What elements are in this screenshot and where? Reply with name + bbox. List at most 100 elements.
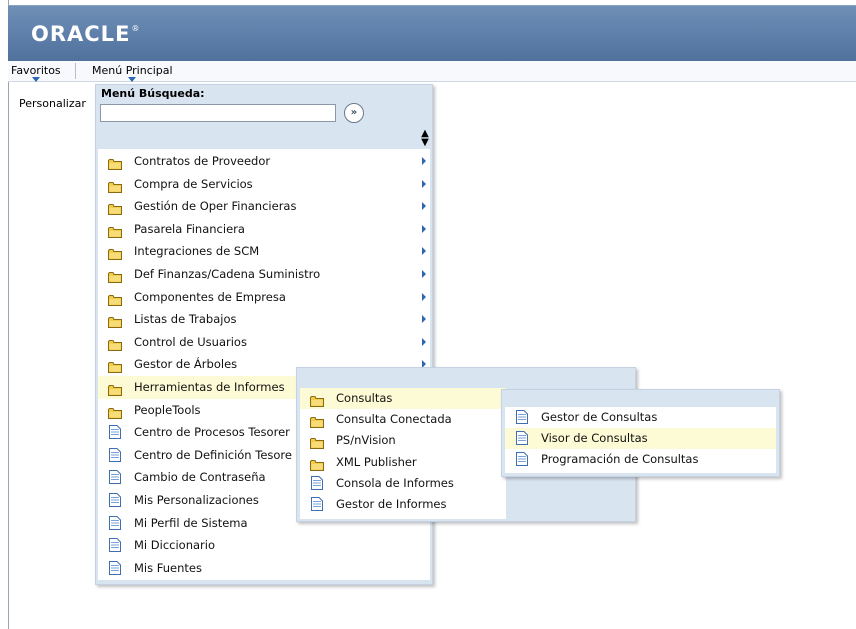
main-menu-item-label: Def Finanzas/Cadena Suministro <box>134 266 321 281</box>
consultas-submenu-item-label: Visor de Consultas <box>541 431 648 445</box>
search-go-icon[interactable]: » <box>344 103 364 123</box>
folder-icon <box>108 291 122 306</box>
favoritos-menu[interactable]: Favoritos <box>11 64 61 82</box>
sort-icon[interactable]: ▲ ▼ <box>421 129 429 148</box>
document-icon <box>516 410 530 424</box>
main-menu-item[interactable]: Gestión de Oper Financieras <box>98 195 430 218</box>
oracle-logo: ORACLE® <box>31 22 141 46</box>
folder-icon <box>108 313 122 329</box>
submenu-consultas-list-area: Gestor de Consultas Visor de Consultas Pro… <box>505 407 776 473</box>
menu-bar: Favoritos Menú Principal <box>8 61 856 82</box>
folder-icon <box>108 200 122 216</box>
folder-icon <box>310 457 324 471</box>
main-menu-item-label: Contratos de Proveedor <box>134 154 271 168</box>
consultas-submenu-item-label: Programación de Consultas <box>541 452 699 466</box>
folder-icon <box>108 245 122 261</box>
document-icon <box>311 475 325 490</box>
document-icon <box>109 469 123 485</box>
informes-submenu-item[interactable]: PS/nVision <box>300 430 506 451</box>
document-icon <box>109 515 123 530</box>
document-icon <box>109 492 123 507</box>
chevron-right-icon <box>422 337 426 346</box>
folder-icon <box>310 435 324 450</box>
main-menu-item-label: Mi Diccionario <box>134 538 215 553</box>
main-menu-item-label: Listas de Trabajos <box>134 312 237 327</box>
folder-icon <box>108 178 122 193</box>
main-menu-item[interactable]: Integraciones de SCM <box>98 240 430 263</box>
document-icon <box>516 431 530 445</box>
chevron-right-icon <box>422 157 426 165</box>
main-menu-item-label: Mi Perfil de Sistema <box>134 515 248 530</box>
chevron-right-icon <box>422 269 426 278</box>
menu-principal[interactable]: Menú Principal <box>92 64 173 82</box>
folder-icon <box>108 155 122 170</box>
main-menu-item-label: Cambio de Contraseña <box>134 470 266 485</box>
menu-search-input[interactable] <box>100 104 336 122</box>
main-menu-item-label: Mis Fuentes <box>134 560 202 575</box>
informes-submenu-item-label: Gestor de Informes <box>336 496 447 511</box>
folder-icon <box>108 268 122 283</box>
main-menu-item-label: PeopleTools <box>134 402 201 417</box>
chevron-right-icon <box>422 247 426 256</box>
menubar-divider <box>75 63 76 79</box>
informes-submenu-item[interactable]: Consultas <box>300 388 506 410</box>
informes-submenu-item[interactable]: Gestor de Informes <box>300 494 506 515</box>
menu-search-label: Menú Búsqueda: <box>101 87 205 100</box>
chevron-right-icon <box>422 315 426 324</box>
informes-submenu-item-label: Consulta Conectada <box>336 412 452 427</box>
main-menu-item-label: Control de Usuarios <box>134 334 247 349</box>
main-menu-item-label: Centro de Definición Tesore <box>134 447 292 462</box>
document-icon <box>109 424 123 440</box>
personalizar-link[interactable]: Personalizar <box>19 97 86 110</box>
informes-submenu-item[interactable]: XML Publisher <box>300 452 506 473</box>
folder-icon <box>108 404 122 419</box>
informes-submenu-item[interactable]: Consola de Informes <box>300 473 506 494</box>
document-icon <box>109 537 123 553</box>
chevron-right-icon <box>422 202 426 211</box>
main-menu-item[interactable]: Listas de Trabajos <box>98 308 430 331</box>
main-menu-item-label: Pasarela Financiera <box>134 221 245 236</box>
chevron-right-icon <box>422 292 426 301</box>
main-menu-item-label: Herramientas de Informes <box>134 379 285 394</box>
main-menu-item-label: Mis Personalizaciones <box>134 492 259 507</box>
document-icon <box>109 447 123 462</box>
consultas-submenu-item[interactable]: Gestor de Consultas <box>505 407 776 428</box>
informes-submenu-item-label: XML Publisher <box>336 454 417 469</box>
document-icon <box>516 452 530 466</box>
folder-icon <box>108 223 122 238</box>
main-menu-item[interactable]: Control de Usuarios <box>98 331 430 354</box>
folder-icon <box>108 336 122 351</box>
main-menu-item-label: Compra de Servicios <box>134 176 253 191</box>
informes-submenu-item-label: PS/nVision <box>336 433 396 448</box>
submenu-consultas-list: Gestor de Consultas Visor de Consultas Pro… <box>505 407 776 470</box>
app-header: ORACLE® <box>8 5 856 61</box>
favoritos-label: Favoritos <box>11 64 61 77</box>
submenu-informes-list: Consultas Consulta Conectada PS/nVision XML… <box>300 388 506 515</box>
menu-principal-label: Menú Principal <box>92 64 173 77</box>
chevron-right-icon <box>422 224 426 233</box>
informes-submenu-item-label: Consola de Informes <box>336 475 454 490</box>
submenu-informes-list-area: Consultas Consulta Conectada PS/nVision XML… <box>300 388 506 519</box>
main-menu-item[interactable]: Compra de Servicios <box>98 173 430 196</box>
document-icon <box>109 560 123 575</box>
consultas-submenu-item[interactable]: Visor de Consultas <box>505 428 776 449</box>
folder-icon <box>310 414 324 429</box>
folder-icon <box>108 381 122 396</box>
folder-icon <box>108 358 122 374</box>
main-menu-item[interactable]: Pasarela Financiera <box>98 218 430 241</box>
main-menu-item[interactable]: Contratos de Proveedor <box>98 150 430 173</box>
folder-icon <box>310 393 324 407</box>
main-menu-item-label: Componentes de Empresa <box>134 289 286 304</box>
document-icon <box>311 496 325 511</box>
main-menu-item-label: Gestor de Árboles <box>134 357 238 372</box>
main-menu-item[interactable]: Componentes de Empresa <box>98 286 430 309</box>
main-menu-item[interactable]: Mis Fuentes <box>98 557 430 580</box>
main-menu-item[interactable]: Def Finanzas/Cadena Suministro <box>98 263 430 286</box>
informes-submenu-item-label: Consultas <box>336 391 393 405</box>
main-menu-item-label: Integraciones de SCM <box>134 244 260 259</box>
main-menu-item[interactable]: Mi Diccionario <box>98 534 430 557</box>
main-menu-item-label: Gestión de Oper Financieras <box>134 199 297 214</box>
consultas-submenu-item[interactable]: Programación de Consultas <box>505 449 776 470</box>
informes-submenu-item[interactable]: Consulta Conectada <box>300 409 506 430</box>
chevron-right-icon <box>422 179 426 188</box>
